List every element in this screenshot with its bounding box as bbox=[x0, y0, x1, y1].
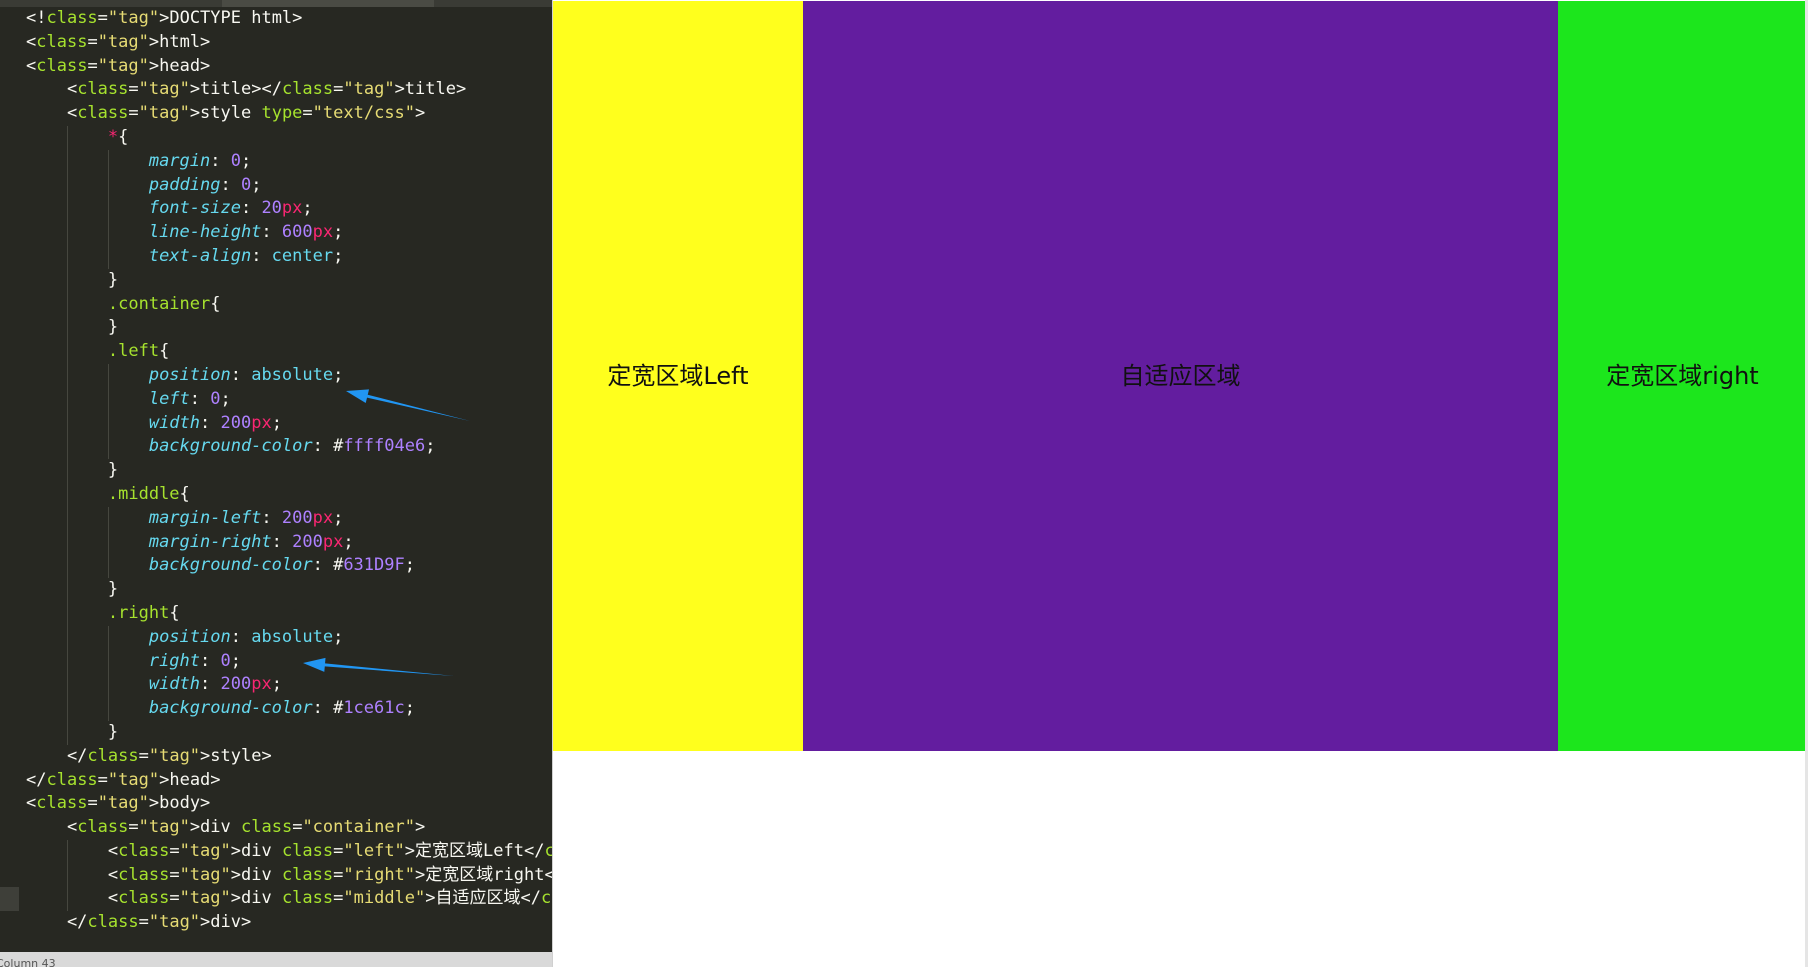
code-line[interactable]: width: 200px; bbox=[0, 411, 552, 436]
adaptive-middle-region: 自适应区域 bbox=[803, 1, 1558, 751]
browser-preview: 定宽区域Left 自适应区域 定宽区域right bbox=[552, 0, 1808, 967]
code-text: position: absolute; bbox=[148, 364, 344, 385]
fixed-left-region: 定宽区域Left bbox=[553, 1, 803, 751]
code-text: </class="tag">head> bbox=[26, 769, 221, 790]
code-text: position: absolute; bbox=[148, 626, 344, 647]
code-text: </class="tag">style> bbox=[26, 745, 272, 766]
code-line[interactable]: margin-right: 200px; bbox=[0, 530, 552, 555]
code-line[interactable]: padding: 0; bbox=[0, 173, 552, 198]
code-line[interactable]: background-color: #ffff04e6; bbox=[0, 435, 552, 460]
code-text: <class="tag">html> bbox=[26, 31, 211, 52]
code-line[interactable]: <class="tag">title></class="tag">title> bbox=[0, 78, 552, 102]
code-line[interactable]: </class="tag">style> bbox=[0, 745, 552, 769]
code-line[interactable]: } bbox=[0, 720, 552, 745]
code-line[interactable]: <class="tag">body> bbox=[0, 792, 552, 816]
code-line[interactable]: text-align: center; bbox=[0, 244, 552, 269]
code-area[interactable]: <!class="tag">DOCTYPE html> <class="tag">… bbox=[0, 7, 552, 935]
code-line[interactable]: position: absolute; bbox=[0, 625, 552, 650]
code-text: line-height: 600px; bbox=[148, 222, 344, 243]
code-line[interactable]: left: 0; bbox=[0, 387, 552, 412]
code-line[interactable]: </class="tag">head> bbox=[0, 769, 552, 793]
code-line[interactable]: .right{ bbox=[0, 601, 552, 626]
code-line[interactable]: margin: 0; bbox=[0, 149, 552, 174]
adaptive-middle-label: 自适应区域 bbox=[1120, 362, 1241, 390]
code-text: width: 200px; bbox=[148, 412, 282, 433]
code-text: margin: 0; bbox=[148, 150, 252, 171]
code-text: </class="tag">div> bbox=[26, 912, 252, 933]
code-text: width: 200px; bbox=[148, 674, 282, 695]
status-text: Column 43 bbox=[0, 957, 56, 967]
code-line[interactable]: *{ bbox=[0, 125, 552, 150]
status-bar: Column 43 bbox=[0, 952, 552, 967]
code-text: padding: 0; bbox=[148, 174, 262, 195]
code-text: } bbox=[26, 317, 119, 338]
fixed-left-label: 定宽区域Left bbox=[607, 362, 749, 390]
code-text: margin-right: 200px; bbox=[148, 531, 354, 552]
code-text: .right{ bbox=[107, 602, 180, 623]
code-line[interactable]: line-height: 600px; bbox=[0, 221, 552, 245]
code-text: <class="tag">head> bbox=[26, 55, 211, 76]
fixed-right-label: 定宽区域right bbox=[1606, 362, 1759, 390]
code-line[interactable]: .middle{ bbox=[0, 482, 552, 507]
code-text: background-color: #1ce61c; bbox=[148, 698, 415, 719]
code-text: *{ bbox=[107, 126, 129, 147]
code-text: <class="tag">div class="right">定宽区域right… bbox=[26, 864, 552, 885]
code-line[interactable]: .left{ bbox=[0, 340, 552, 364]
code-line[interactable]: <class="tag">div class="left">定宽区域Left</… bbox=[0, 839, 552, 864]
code-text: font-size: 20px; bbox=[148, 198, 313, 219]
code-line[interactable]: font-size: 20px; bbox=[0, 197, 552, 222]
code-editor-pane[interactable]: <!class="tag">DOCTYPE html> <class="tag">… bbox=[0, 0, 552, 967]
code-text: .container{ bbox=[107, 293, 221, 314]
code-line[interactable]: <class="tag">style type="text/css"> bbox=[0, 102, 552, 126]
code-line[interactable]: <class="tag">head> bbox=[0, 55, 552, 79]
code-text: background-color: #ffff04e6; bbox=[148, 436, 436, 457]
code-text: .left{ bbox=[107, 341, 170, 362]
fixed-right-region: 定宽区域right bbox=[1558, 1, 1807, 751]
code-text: margin-left: 200px; bbox=[148, 507, 344, 528]
code-text: left: 0; bbox=[148, 388, 231, 409]
code-text: text-align: center; bbox=[148, 245, 344, 266]
code-line[interactable]: } bbox=[0, 578, 552, 602]
editor-tab-strip bbox=[0, 0, 552, 7]
code-line[interactable]: <!class="tag">DOCTYPE html> bbox=[0, 7, 552, 31]
editor-tab[interactable] bbox=[222, 0, 434, 7]
code-line[interactable]: } bbox=[0, 459, 552, 483]
code-line[interactable]: margin-left: 200px; bbox=[0, 506, 552, 531]
code-text: <class="tag">style type="text/css"> bbox=[26, 103, 426, 124]
code-text: <class="tag">body> bbox=[26, 793, 211, 814]
code-text: <class="tag">div class="middle">自适应区域</c… bbox=[26, 888, 552, 909]
code-line[interactable]: width: 200px; bbox=[0, 673, 552, 698]
code-text: } bbox=[26, 721, 119, 742]
code-text: right: 0; bbox=[148, 650, 241, 671]
code-line[interactable]: <class="tag">div class="right">定宽区域right… bbox=[0, 863, 552, 888]
code-text: .middle{ bbox=[107, 483, 190, 504]
code-line[interactable]: background-color: #1ce61c; bbox=[0, 697, 552, 721]
code-line[interactable]: } bbox=[0, 316, 552, 341]
code-line[interactable]: background-color: #631D9F; bbox=[0, 554, 552, 579]
code-text: <class="tag">div class="left">定宽区域Left</… bbox=[26, 840, 552, 861]
code-text: background-color: #631D9F; bbox=[148, 555, 415, 576]
code-text: } bbox=[26, 460, 119, 481]
code-line[interactable]: </class="tag">div> bbox=[0, 911, 552, 935]
code-text: <!class="tag">DOCTYPE html> bbox=[26, 8, 303, 28]
code-line[interactable]: <class="tag">div class="container"> bbox=[0, 816, 552, 840]
code-line[interactable]: <class="tag">div class="middle">自适应区域</c… bbox=[0, 887, 552, 912]
code-text: <class="tag">div class="container"> bbox=[26, 817, 426, 838]
code-line[interactable]: .container{ bbox=[0, 292, 552, 317]
code-line[interactable]: <class="tag">html> bbox=[0, 31, 552, 55]
code-line[interactable]: right: 0; bbox=[0, 649, 552, 674]
code-line[interactable]: } bbox=[0, 268, 552, 293]
code-text: } bbox=[26, 579, 119, 600]
code-text: <class="tag">title></class="tag">title> bbox=[26, 79, 467, 100]
code-line[interactable]: position: absolute; bbox=[0, 363, 552, 388]
code-text: } bbox=[26, 269, 119, 290]
